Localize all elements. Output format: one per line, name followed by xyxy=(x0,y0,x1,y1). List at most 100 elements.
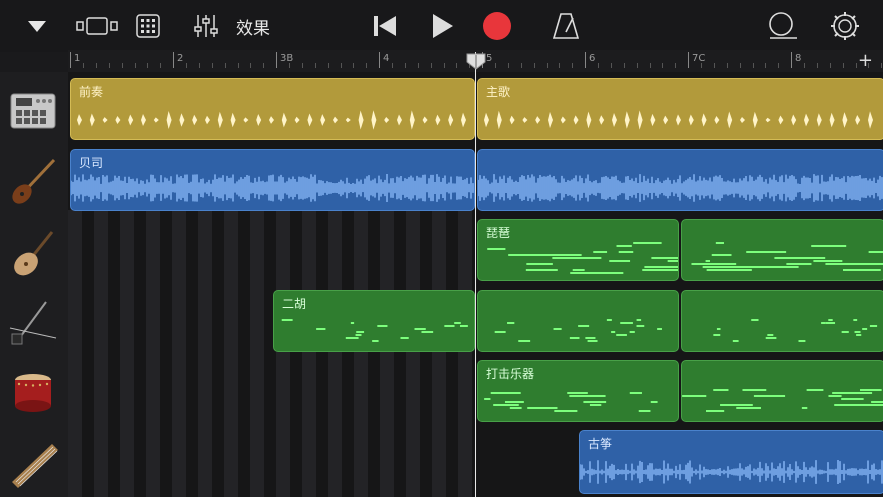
region-erhu-3[interactable] xyxy=(681,290,883,352)
ruler-minor-tick xyxy=(250,63,252,68)
ruler-bar-tick xyxy=(791,52,792,68)
chinese-drum-icon[interactable] xyxy=(8,368,58,418)
ruler-minor-tick xyxy=(185,63,187,68)
ruler-minor-tick xyxy=(559,63,561,68)
region-label: 前奏 xyxy=(79,85,104,99)
browser-dropdown-icon[interactable] xyxy=(24,14,50,38)
guzheng-icon[interactable] xyxy=(8,438,58,488)
ruler-minor-tick xyxy=(237,63,239,68)
playhead-line[interactable] xyxy=(475,52,476,497)
region-bass-1[interactable]: 贝司 xyxy=(70,149,475,211)
region-bass-2[interactable] xyxy=(477,149,883,211)
ruler-minor-tick xyxy=(224,63,226,68)
loop-browser-icon[interactable] xyxy=(766,10,800,42)
ruler-bar-label: 1 xyxy=(74,53,81,64)
ruler-minor-tick xyxy=(314,63,316,68)
lane-grid-stripe xyxy=(328,210,342,497)
erhu-icon[interactable] xyxy=(8,298,58,348)
ruler-minor-tick xyxy=(134,63,136,68)
region-label: 琵琶 xyxy=(486,226,511,240)
toolbar: 效果 xyxy=(0,0,883,52)
ruler-minor-tick xyxy=(340,63,342,68)
ruler-minor-tick xyxy=(700,63,702,68)
ruler-minor-tick xyxy=(82,63,84,68)
lane-grid-stripe xyxy=(302,210,316,497)
play-icon[interactable] xyxy=(426,11,458,41)
metronome-icon[interactable] xyxy=(550,10,582,42)
ruler-bar-label: 8 xyxy=(795,53,802,64)
region-intro[interactable]: 前奏 xyxy=(70,78,475,140)
ruler-bar-tick xyxy=(585,52,586,68)
ruler-minor-tick xyxy=(507,63,509,68)
record-button[interactable] xyxy=(480,10,514,42)
ruler-minor-tick xyxy=(546,63,548,68)
ruler-minor-tick xyxy=(211,63,213,68)
ruler-minor-tick xyxy=(649,63,651,68)
ruler-minor-tick xyxy=(572,63,574,68)
ruler-minor-tick xyxy=(443,63,445,68)
ruler-minor-tick xyxy=(327,63,329,68)
region-pipa-1[interactable]: 琵琶 xyxy=(477,219,679,281)
fx-button[interactable]: 效果 xyxy=(236,14,270,39)
region-guzheng[interactable]: 古筝 xyxy=(579,430,883,494)
lane-grid-stripe xyxy=(354,210,368,497)
ruler-minor-tick xyxy=(121,63,123,68)
ruler-minor-tick xyxy=(662,63,664,68)
ruler-minor-tick xyxy=(803,63,805,68)
bass-guitar-icon[interactable] xyxy=(8,156,58,206)
region-label: 古筝 xyxy=(588,437,613,451)
ruler-minor-tick xyxy=(494,63,496,68)
region-pipa-2[interactable] xyxy=(681,219,883,281)
ruler-minor-tick xyxy=(95,63,97,68)
ruler-bar-tick xyxy=(688,52,689,68)
midi-notes xyxy=(713,319,878,342)
ruler-minor-tick xyxy=(675,63,677,68)
drum-hits xyxy=(484,110,873,130)
ruler-bar-tick xyxy=(173,52,174,68)
midi-notes xyxy=(487,242,678,274)
ruler-bar-label: 3B xyxy=(280,53,294,64)
ruler-minor-tick xyxy=(752,63,754,68)
view-toggle-icon[interactable] xyxy=(76,12,120,40)
lane-grid-stripe xyxy=(120,210,134,497)
region-erhu-2[interactable] xyxy=(477,290,679,352)
mixer-sliders-icon[interactable] xyxy=(192,12,220,40)
region-label: 打击乐器 xyxy=(486,367,535,381)
region-verse[interactable]: 主歌 xyxy=(477,78,883,140)
playhead-handle[interactable] xyxy=(466,52,486,74)
ruler-minor-tick xyxy=(288,63,290,68)
region-label: 贝司 xyxy=(79,156,104,170)
ruler-minor-tick xyxy=(456,63,458,68)
add-section-plus-icon[interactable]: + xyxy=(858,50,873,71)
lane-grid-stripe xyxy=(224,210,238,497)
region-percussion-2[interactable] xyxy=(681,360,883,422)
ruler-minor-tick xyxy=(391,63,393,68)
audio-waveform xyxy=(580,460,883,484)
region-percussion-1[interactable]: 打击乐器 xyxy=(477,360,679,422)
lane-grid-stripe xyxy=(432,210,446,497)
drum-hits xyxy=(77,110,466,130)
ruler-bar-tick xyxy=(70,52,71,68)
audio-waveform xyxy=(478,174,883,202)
rewind-icon[interactable] xyxy=(368,12,400,40)
region-erhu-1[interactable]: 二胡 xyxy=(273,290,475,352)
ruler-minor-tick xyxy=(765,63,767,68)
midi-notes xyxy=(682,389,883,412)
ruler-minor-tick xyxy=(739,63,741,68)
drum-machine-icon[interactable] xyxy=(8,88,58,138)
lane-grid-stripe xyxy=(250,210,264,497)
ruler-minor-tick xyxy=(726,63,728,68)
settings-gear-icon[interactable] xyxy=(828,10,862,42)
pipa-icon[interactable] xyxy=(8,228,58,278)
ruler-minor-tick xyxy=(881,63,883,68)
lane-grid-stripe xyxy=(94,210,108,497)
ruler-minor-tick xyxy=(520,63,522,68)
ruler-minor-tick xyxy=(610,63,612,68)
ruler-minor-tick xyxy=(198,63,200,68)
lane-grid-stripe xyxy=(146,210,160,497)
ruler-minor-tick xyxy=(353,63,355,68)
ruler-minor-tick xyxy=(366,63,368,68)
tracks-grid-icon[interactable] xyxy=(134,12,162,40)
midi-notes xyxy=(484,392,658,412)
lane-grid-stripe xyxy=(198,210,212,497)
